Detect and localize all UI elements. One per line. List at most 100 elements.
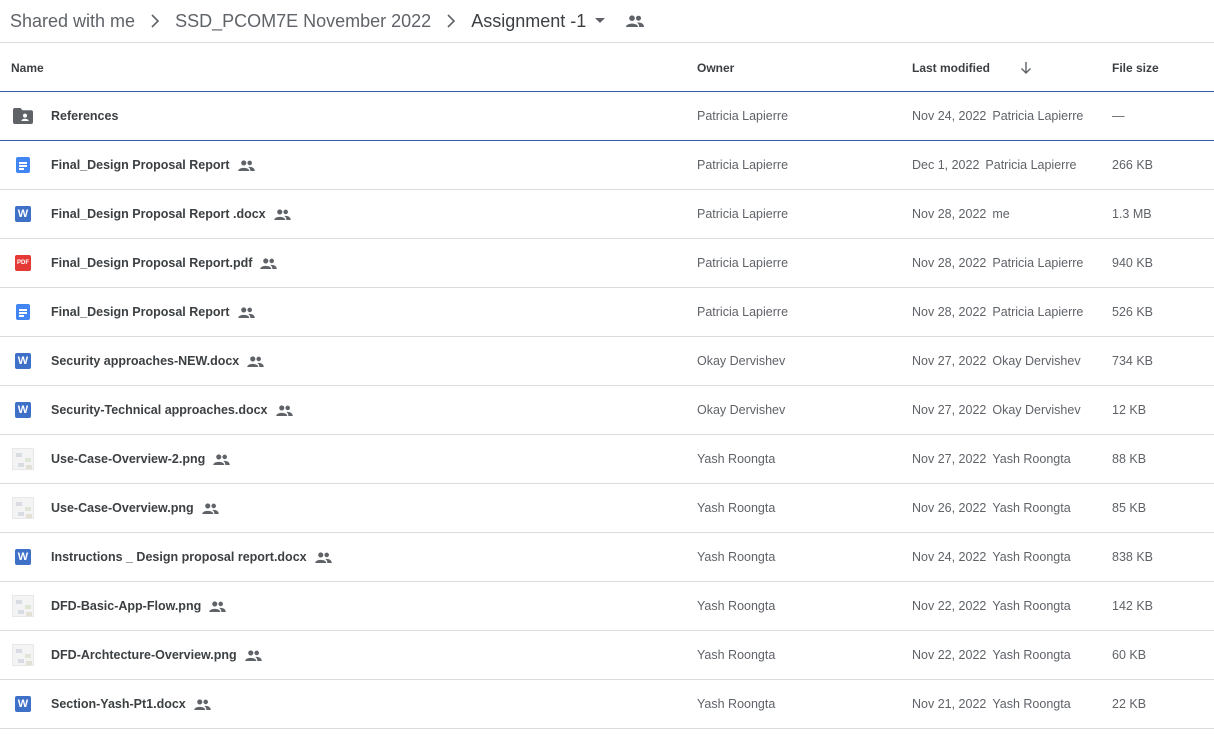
file-name-cell[interactable]: Instructions _ Design proposal report.do… xyxy=(51,533,332,581)
file-name-cell[interactable]: References xyxy=(51,92,118,140)
last-modified-cell: Nov 22, 2022 Yash Roongta xyxy=(912,582,1071,630)
file-row[interactable]: PDF Final_Design Proposal Report.pdf Patri… xyxy=(0,239,1214,288)
file-row[interactable]: W Final_Design Proposal Report .docx Patri… xyxy=(0,190,1214,239)
last-modified-by: Okay Dervishev xyxy=(992,403,1081,417)
file-name-cell[interactable]: Final_Design Proposal Report xyxy=(51,288,255,336)
breadcrumb-shared-with-me[interactable]: Shared with me xyxy=(10,11,135,32)
last-modified-by: Okay Dervishev xyxy=(992,354,1081,368)
last-modified-by: Yash Roongta xyxy=(992,550,1071,564)
file-name-cell[interactable]: Section-Yash-Pt1.docx xyxy=(51,680,211,728)
file-list-header: Name Owner Last modified File size xyxy=(0,44,1214,92)
file-owner: Okay Dervishev xyxy=(697,354,786,368)
last-modified-by: Patricia Lapierre xyxy=(992,256,1084,270)
file-name-cell[interactable]: Use-Case-Overview.png xyxy=(51,484,219,532)
column-header-name[interactable]: Name xyxy=(11,44,44,92)
file-name: Security-Technical approaches.docx xyxy=(51,403,268,417)
file-name: Final_Design Proposal Report xyxy=(51,305,230,319)
file-row[interactable]: DFD-Basic-App-Flow.png Yash Roongta Nov 22… xyxy=(0,582,1214,631)
sort-arrow-down-icon[interactable] xyxy=(1020,44,1032,92)
last-modified-by: Yash Roongta xyxy=(992,599,1071,613)
last-modified-date: Nov 27, 2022 xyxy=(912,403,987,417)
last-modified-by: Yash Roongta xyxy=(992,697,1071,711)
last-modified-by: Yash Roongta xyxy=(992,452,1071,466)
shared-people-icon xyxy=(237,306,255,318)
last-modified-cell: Nov 24, 2022 Yash Roongta xyxy=(912,533,1071,581)
file-size: 12 KB xyxy=(1112,403,1147,417)
file-owner: Yash Roongta xyxy=(697,697,776,711)
file-name: Final_Design Proposal Report xyxy=(51,158,230,172)
last-modified-date: Nov 27, 2022 xyxy=(912,354,987,368)
shared-folder-icon xyxy=(12,92,34,140)
shared-people-icon xyxy=(275,404,293,416)
breadcrumb-folder-course[interactable]: SSD_PCOM7E November 2022 xyxy=(175,11,431,32)
file-size: 88 KB xyxy=(1112,452,1147,466)
file-name-cell[interactable]: DFD-Archtecture-Overview.png xyxy=(51,631,262,679)
file-owner: Patricia Lapierre xyxy=(697,305,789,319)
file-name: Use-Case-Overview-2.png xyxy=(51,452,206,466)
file-name-cell[interactable]: Security-Technical approaches.docx xyxy=(51,386,293,434)
file-row[interactable]: DFD-Archtecture-Overview.png Yash Roongta… xyxy=(0,631,1214,680)
file-owner: Yash Roongta xyxy=(697,599,776,613)
file-owner: Patricia Lapierre xyxy=(697,158,789,172)
file-owner: Yash Roongta xyxy=(697,550,776,564)
last-modified-cell: Dec 1, 2022 Patricia Lapierre xyxy=(912,141,1076,189)
breadcrumb-current-folder[interactable]: Assignment -1 xyxy=(471,11,586,32)
file-row[interactable]: W Section-Yash-Pt1.docx Yash Roongta Nov 21… xyxy=(0,680,1214,729)
folder-row[interactable]: References Patricia Lapierre Nov 24, 2022 P… xyxy=(0,92,1214,141)
shared-people-icon[interactable] xyxy=(626,15,645,27)
last-modified-by: Yash Roongta xyxy=(992,648,1071,662)
shared-people-icon xyxy=(273,208,291,220)
shared-people-icon xyxy=(209,600,226,612)
last-modified-cell: Nov 28, 2022 Patricia Lapierre xyxy=(912,288,1083,336)
column-header-file-size[interactable]: File size xyxy=(1112,44,1159,92)
file-name-cell[interactable]: Final_Design Proposal Report xyxy=(51,141,255,189)
file-name-cell[interactable]: Final_Design Proposal Report.pdf xyxy=(51,239,278,287)
shared-people-icon xyxy=(194,698,211,710)
file-name: Final_Design Proposal Report.pdf xyxy=(51,256,253,270)
last-modified-by: Patricia Lapierre xyxy=(992,109,1084,123)
file-row[interactable]: Final_Design Proposal Report Patricia Lap… xyxy=(0,141,1214,190)
file-owner: Okay Dervishev xyxy=(697,403,786,417)
file-owner: Yash Roongta xyxy=(697,648,776,662)
file-row[interactable]: W Security approaches-NEW.docx Okay Dervis… xyxy=(0,337,1214,386)
last-modified-date: Nov 27, 2022 xyxy=(912,452,987,466)
word-doc-icon: W xyxy=(12,533,34,581)
last-modified-date: Nov 22, 2022 xyxy=(912,599,987,613)
file-list: References Patricia Lapierre Nov 24, 2022 P… xyxy=(0,92,1214,729)
last-modified-date: Nov 26, 2022 xyxy=(912,501,987,515)
pdf-icon: PDF xyxy=(12,239,34,287)
word-doc-icon: W xyxy=(12,337,34,385)
last-modified-cell: Nov 27, 2022 Yash Roongta xyxy=(912,435,1071,483)
file-row[interactable]: W Instructions _ Design proposal report.d… xyxy=(0,533,1214,582)
last-modified-by: Patricia Lapierre xyxy=(992,305,1084,319)
file-row[interactable]: Use-Case-Overview.png Yash Roongta Nov 26,… xyxy=(0,484,1214,533)
last-modified-date: Nov 21, 2022 xyxy=(912,697,987,711)
chevron-right-icon xyxy=(431,14,471,28)
file-name-cell[interactable]: Final_Design Proposal Report .docx xyxy=(51,190,291,238)
file-size: 526 KB xyxy=(1112,305,1154,319)
file-name-cell[interactable]: Use-Case-Overview-2.png xyxy=(51,435,230,483)
column-header-owner[interactable]: Owner xyxy=(697,44,734,92)
image-thumbnail-icon xyxy=(12,484,34,532)
file-name-cell[interactable]: Security approaches-NEW.docx xyxy=(51,337,265,385)
file-owner: Patricia Lapierre xyxy=(697,256,789,270)
last-modified-cell: Nov 24, 2022 Patricia Lapierre xyxy=(912,92,1083,140)
file-owner: Patricia Lapierre xyxy=(697,207,789,221)
shared-people-icon xyxy=(260,257,278,269)
column-header-last-modified[interactable]: Last modified xyxy=(912,44,990,92)
file-name-cell[interactable]: DFD-Basic-App-Flow.png xyxy=(51,582,226,630)
file-size: — xyxy=(1112,109,1125,123)
shared-people-icon xyxy=(213,453,230,465)
file-row[interactable]: Use-Case-Overview-2.png Yash Roongta Nov 2… xyxy=(0,435,1214,484)
file-name: Section-Yash-Pt1.docx xyxy=(51,697,186,711)
last-modified-cell: Nov 22, 2022 Yash Roongta xyxy=(912,631,1071,679)
file-row[interactable]: Final_Design Proposal Report Patricia Lap… xyxy=(0,288,1214,337)
caret-down-icon[interactable] xyxy=(592,18,608,24)
file-row[interactable]: W Security-Technical approaches.docx Okay … xyxy=(0,386,1214,435)
shared-people-icon xyxy=(247,355,265,367)
last-modified-cell: Nov 26, 2022 Yash Roongta xyxy=(912,484,1071,532)
shared-people-icon xyxy=(244,649,262,661)
file-name: Security approaches-NEW.docx xyxy=(51,354,240,368)
last-modified-date: Nov 22, 2022 xyxy=(912,648,987,662)
last-modified-by: Patricia Lapierre xyxy=(985,158,1077,172)
